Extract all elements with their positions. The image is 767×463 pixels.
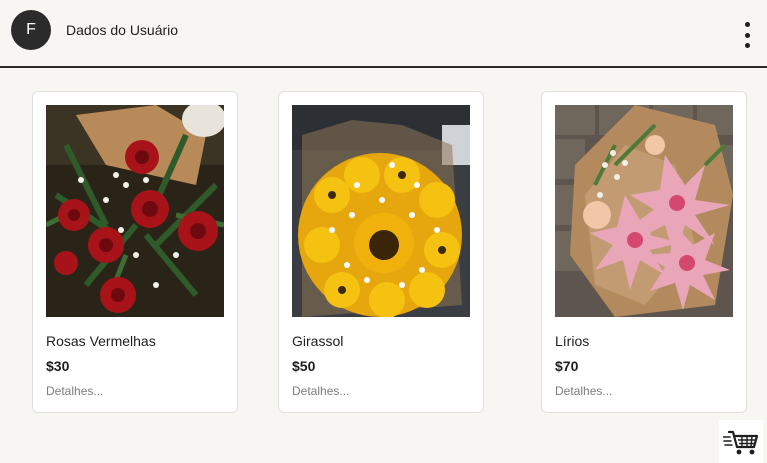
avatar-letter: F: [26, 21, 36, 38]
product-card-sunflower[interactable]: Girassol $50 Detalhes...: [278, 91, 484, 413]
product-name: Rosas Vermelhas: [46, 333, 156, 349]
product-card-lilies[interactable]: Lírios $70 Detalhes...: [541, 91, 747, 413]
product-image-roses: [46, 105, 224, 317]
product-card-roses[interactable]: Rosas Vermelhas $30 Detalhes...: [32, 91, 238, 413]
product-name: Lírios: [555, 333, 590, 349]
product-price: $70: [555, 358, 579, 374]
app-root: F Dados do Usuário Rosas Vermelhas $30 D…: [0, 0, 767, 463]
product-name: Girassol: [292, 333, 344, 349]
product-details-link[interactable]: Detalhes...: [555, 384, 612, 398]
product-price: $50: [292, 358, 316, 374]
product-details-link[interactable]: Detalhes...: [46, 384, 103, 398]
product-details-link[interactable]: Detalhes...: [292, 384, 349, 398]
shopping-cart-icon[interactable]: [719, 420, 763, 463]
avatar[interactable]: F: [11, 10, 51, 50]
more-vertical-icon[interactable]: [739, 22, 755, 48]
product-image-sunflower: [292, 105, 470, 317]
top-bar: F Dados do Usuário: [0, 0, 767, 68]
user-data-link[interactable]: Dados do Usuário: [66, 22, 178, 38]
product-image-lilies: [555, 105, 733, 317]
product-price: $30: [46, 358, 70, 374]
